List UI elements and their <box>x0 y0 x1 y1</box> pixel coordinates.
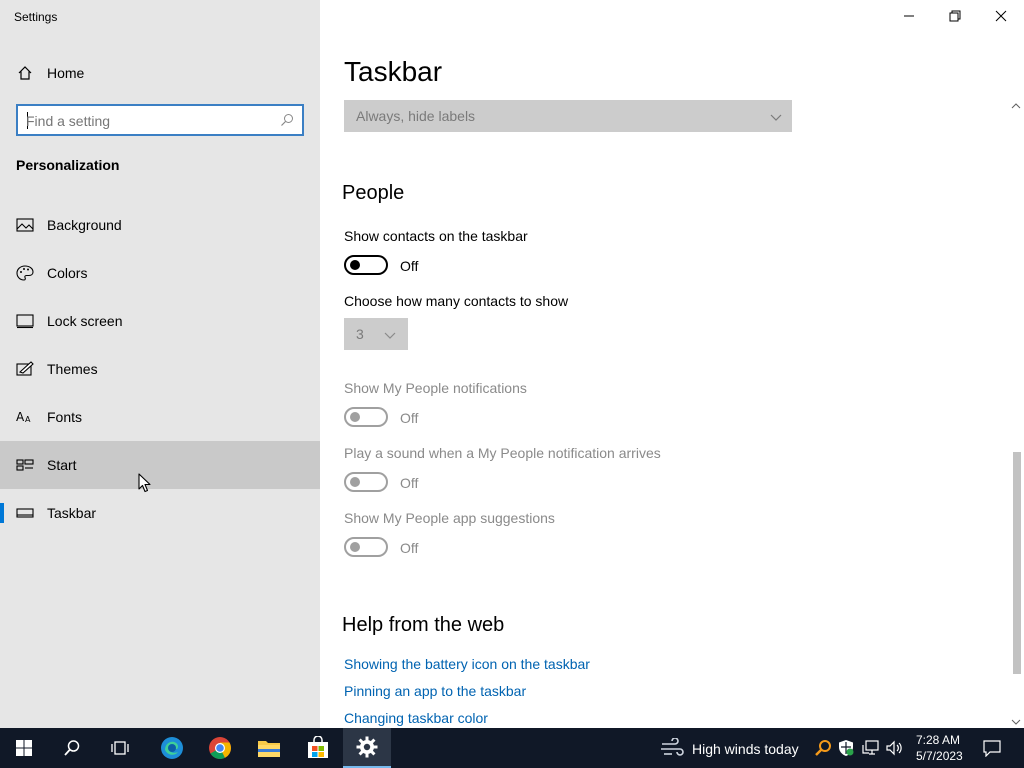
sidebar-item-label: Background <box>47 217 122 233</box>
sidebar-item-label: Colors <box>47 265 88 281</box>
sidebar-item-label: Fonts <box>47 409 83 425</box>
search-icon[interactable] <box>280 113 294 132</box>
wind-weather-icon[interactable] <box>660 737 686 763</box>
home-icon <box>17 65 33 86</box>
svg-text:A: A <box>25 415 31 424</box>
mouse-pointer-icon <box>138 473 152 498</box>
show-contacts-toggle[interactable] <box>344 255 388 275</box>
toggle-state-text: Off <box>400 540 419 556</box>
notifications-toggle[interactable] <box>344 407 388 427</box>
chevron-down-icon <box>384 328 396 346</box>
clock-time: 7:28 AM <box>916 733 961 747</box>
sidebar-item-label: Start <box>47 457 77 473</box>
sidebar-item-start[interactable]: Start <box>0 441 320 489</box>
taskbar-chrome-button[interactable] <box>196 728 244 768</box>
background-icon <box>16 217 34 233</box>
taskbar-edge-button[interactable] <box>148 728 196 768</box>
dropdown-value: Always, hide labels <box>356 108 476 124</box>
sidebar-item-label: Themes <box>47 361 98 377</box>
dropdown-value: 3 <box>356 326 364 342</box>
sidebar-item-lock-screen[interactable]: Lock screen <box>0 297 320 345</box>
contacts-count-dropdown[interactable]: 3 <box>344 318 408 350</box>
clock-date: 5/7/2023 <box>916 749 963 763</box>
toggle-knob <box>350 477 360 487</box>
taskbar-settings-button[interactable] <box>343 728 391 768</box>
system-clock[interactable]: 7:28 AM 5/7/2023 <box>916 732 966 764</box>
sidebar-item-colors[interactable]: Colors <box>0 249 320 297</box>
show-contacts-label: Show contacts on the taskbar <box>344 228 528 244</box>
help-link-battery[interactable]: Showing the battery icon on the taskbar <box>344 656 590 672</box>
minimize-icon <box>904 15 914 17</box>
start-icon <box>16 457 34 473</box>
start-button[interactable] <box>0 728 48 768</box>
minimize-button[interactable] <box>886 0 932 32</box>
sidebar-item-fonts[interactable]: AA Fonts <box>0 393 320 441</box>
taskbar: High winds today 7:28 AM 5/7/2023 <box>0 728 1024 768</box>
task-view-button[interactable] <box>96 728 144 768</box>
volume-icon[interactable] <box>886 739 904 762</box>
section-title: Personalization <box>16 157 120 173</box>
toggle-knob <box>350 260 360 270</box>
search-box[interactable] <box>16 104 304 136</box>
svg-text:A: A <box>16 410 25 424</box>
close-icon <box>995 10 1007 22</box>
sidebar: Settings Home Personalization Background… <box>0 0 320 728</box>
sidebar-item-label: Home <box>47 65 85 81</box>
selection-indicator <box>0 503 4 523</box>
search-highlight-icon[interactable] <box>814 739 832 762</box>
lock-screen-icon <box>16 313 34 329</box>
themes-icon <box>16 361 34 377</box>
gear-icon <box>356 736 378 758</box>
fonts-icon: AA <box>16 409 34 425</box>
scrollbar-thumb[interactable] <box>1013 452 1021 674</box>
notification-center-icon[interactable] <box>983 739 1001 762</box>
search-icon <box>64 740 80 756</box>
sidebar-item-themes[interactable]: Themes <box>0 345 320 393</box>
restore-icon <box>949 10 961 22</box>
chrome-icon <box>209 737 231 759</box>
help-heading: Help from the web <box>342 614 505 636</box>
sidebar-item-label: Lock screen <box>47 313 123 329</box>
sidebar-item-home[interactable]: Home <box>0 58 320 88</box>
taskbar-file-explorer-button[interactable] <box>245 728 293 768</box>
close-button[interactable] <box>978 0 1024 32</box>
taskbar-labels-dropdown[interactable]: Always, hide labels <box>344 100 792 132</box>
page-title: Taskbar <box>344 56 443 87</box>
taskbar-store-button[interactable] <box>294 728 342 768</box>
store-icon <box>308 736 328 758</box>
sound-toggle[interactable] <box>344 472 388 492</box>
scroll-up-icon[interactable] <box>1010 98 1022 116</box>
edge-icon <box>161 737 183 759</box>
task-view-icon <box>111 741 129 755</box>
suggestions-toggle[interactable] <box>344 537 388 557</box>
suggestions-label: Show My People app suggestions <box>344 510 555 526</box>
toggle-state-text: Off <box>400 475 419 491</box>
folder-icon <box>258 741 280 757</box>
windows-logo-icon <box>16 740 32 756</box>
sidebar-item-background[interactable]: Background <box>0 201 320 249</box>
taskbar-icon <box>16 505 34 521</box>
app-title: Settings <box>14 10 58 24</box>
taskbar-search-button[interactable] <box>48 728 96 768</box>
palette-icon <box>16 265 34 281</box>
toggle-state-text: Off <box>400 258 419 274</box>
toggle-state-text: Off <box>400 410 419 426</box>
weather-text[interactable]: High winds today <box>692 741 799 757</box>
search-input[interactable] <box>26 111 271 131</box>
people-heading: People <box>342 182 405 204</box>
contacts-count-label: Choose how many contacts to show <box>344 293 569 309</box>
help-link-pinning[interactable]: Pinning an app to the taskbar <box>344 683 526 699</box>
toggle-knob <box>350 412 360 422</box>
notifications-label: Show My People notifications <box>344 380 527 396</box>
security-shield-icon[interactable] <box>838 739 854 762</box>
toggle-knob <box>350 542 360 552</box>
help-link-color[interactable]: Changing taskbar color <box>344 710 488 726</box>
sound-label: Play a sound when a My People notificati… <box>344 445 661 461</box>
sidebar-item-taskbar[interactable]: Taskbar <box>0 489 320 537</box>
sidebar-item-label: Taskbar <box>47 505 97 521</box>
chevron-down-icon <box>770 110 782 128</box>
restore-button[interactable] <box>932 0 978 32</box>
network-icon[interactable] <box>862 739 880 762</box>
